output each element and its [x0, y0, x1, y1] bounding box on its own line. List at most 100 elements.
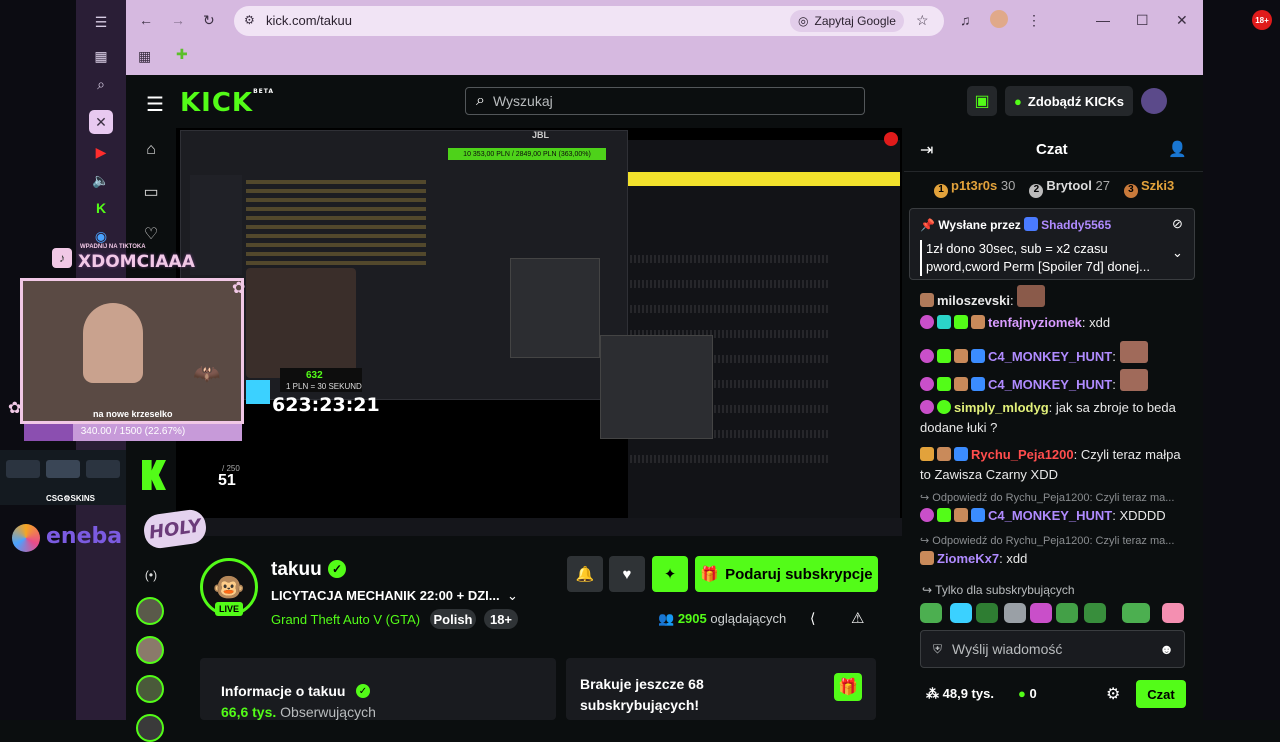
chat-username[interactable]: miloszevski — [937, 293, 1010, 308]
ask-google-button[interactable]: ◎ Zapytaj Google — [790, 10, 904, 32]
forward-icon[interactable]: → — [171, 12, 185, 28]
home-icon[interactable]: ⌂ — [139, 138, 163, 162]
gift-subs-button[interactable]: 🎁 Podaruj subskrypcje — [695, 556, 878, 592]
emote-button[interactable] — [1162, 603, 1184, 623]
search-placeholder: Wyszukaj — [492, 93, 553, 109]
media-icon[interactable]: ♫ — [960, 12, 971, 28]
users-icon[interactable]: 👤 — [1168, 140, 1187, 158]
badge — [954, 508, 968, 522]
channel-avatar[interactable] — [136, 597, 164, 625]
tag-language[interactable]: Polish — [430, 609, 476, 629]
browse-icon[interactable]: ▭ — [139, 180, 163, 204]
drops-icon[interactable]: ▣ — [967, 86, 997, 116]
stream-waveform-row — [630, 305, 830, 313]
sub-badge — [920, 315, 934, 329]
emoji-icon[interactable]: ☻ — [1159, 641, 1174, 657]
bookmark-extension-icon[interactable]: ✚ — [176, 46, 188, 63]
sidebar-toggle-icon[interactable]: ☰ — [89, 10, 113, 34]
kick-icon[interactable]: K — [89, 196, 113, 220]
hamburger-icon[interactable]: ☰ — [146, 92, 164, 117]
get-kicks-button[interactable]: ● Zdobądź KICKs — [1005, 86, 1133, 116]
emote-button[interactable] — [1030, 603, 1052, 623]
minimize-icon[interactable]: — — [1096, 12, 1110, 28]
leader-name: Brytool — [1046, 178, 1092, 193]
collapse-chat-icon[interactable]: ⇥ — [920, 140, 933, 160]
stream-waveform-row — [630, 455, 830, 463]
settings-gear-icon[interactable]: ⚙ — [1106, 684, 1120, 704]
heart-decor-icon: ✿ — [232, 280, 246, 297]
emote-button[interactable] — [950, 603, 972, 623]
emote-button[interactable] — [920, 603, 942, 623]
following-heart-icon[interactable]: ♡ — [139, 222, 163, 246]
site-info-icon[interactable]: ⚙ — [244, 13, 255, 27]
report-warning-icon[interactable]: ⚠ — [851, 609, 864, 627]
chat-username[interactable]: Rychu_Peja1200 — [971, 447, 1074, 462]
menu-dots-icon[interactable]: ⋮ — [1027, 12, 1041, 29]
url-text[interactable]: kick.com/takuu — [266, 13, 352, 28]
youtube-icon[interactable]: ▶ — [89, 140, 113, 164]
back-icon[interactable]: ← — [139, 12, 153, 28]
chevron-down-icon[interactable]: ⌄ — [507, 588, 518, 604]
csgo-text: CSG⚙SKINS — [46, 494, 95, 503]
stream-yellow-bar — [628, 172, 900, 186]
chat-username[interactable]: tenfajnyziomek — [988, 315, 1082, 330]
channel-avatar[interactable] — [136, 714, 164, 742]
chat-username[interactable]: C4_MONKEY_HUNT — [988, 508, 1112, 523]
gift-sub-icon-button[interactable]: 🎁 — [834, 673, 862, 701]
eneba-logo-icon — [12, 524, 40, 552]
emote-button[interactable] — [1004, 603, 1026, 623]
emote-button[interactable] — [1056, 603, 1078, 623]
badge — [920, 551, 934, 565]
close-icon[interactable]: ✕ — [89, 110, 113, 134]
profile-avatar[interactable] — [990, 10, 1008, 28]
chat-username[interactable]: simply_mlodyg — [954, 400, 1049, 415]
volume-icon[interactable]: 🔈 — [89, 168, 113, 192]
chat-footer-kicks[interactable]: ● 0 — [1018, 686, 1037, 701]
reload-icon[interactable]: ↻ — [203, 12, 215, 29]
channel-avatar[interactable] — [136, 636, 164, 664]
follow-heart-button[interactable]: ♥ — [609, 556, 645, 592]
live-channels-icon[interactable]: (•) — [139, 563, 163, 587]
stream-record-dot — [884, 132, 898, 146]
leader-item: 1 p1t3r0s 30 — [934, 178, 1015, 198]
channel-avatar[interactable] — [136, 675, 164, 703]
cam-tag-small: WPADNIJ NA TIKTOKA — [80, 244, 146, 250]
sub-only-label: ↪ Tylko dla subskrybujących — [922, 583, 1075, 597]
stream-timer: 623:23:21 — [272, 394, 380, 416]
followers-number: 66,6 tys. — [221, 704, 277, 720]
viewers-number: 2905 — [677, 611, 707, 626]
maximize-icon[interactable]: ☐ — [1136, 12, 1149, 29]
apps-icon[interactable]: ▦ — [89, 44, 113, 68]
stream-pln-box: 632 1 PLN = 30 SEKUND — [280, 368, 362, 392]
stream-pln-line: 1 PLN = 30 SEKUND — [286, 382, 362, 391]
chat-username[interactable]: C4_MONKEY_HUNT — [988, 377, 1112, 392]
game-link[interactable]: Grand Theft Auto V (GTA) — [271, 612, 420, 627]
sub-badge — [920, 400, 934, 414]
chat-username[interactable]: ZiomeKx7 — [937, 551, 999, 566]
chat-send-button[interactable]: Czat — [1136, 680, 1186, 708]
badge — [937, 349, 951, 363]
tag-age[interactable]: 18+ — [484, 609, 518, 629]
gift-icon: 🎁 — [700, 566, 720, 583]
unpin-icon[interactable]: ⊘ — [1172, 216, 1183, 232]
share-icon[interactable]: ⟨ — [810, 610, 815, 627]
channel-name[interactable]: takuu — [271, 559, 322, 581]
user-avatar[interactable] — [1141, 88, 1167, 114]
search-tabs-icon[interactable]: ⌕ — [89, 72, 113, 96]
expand-chevron-icon[interactable]: ⌄ — [1172, 245, 1183, 261]
chat-username[interactable]: C4_MONKEY_HUNT — [988, 349, 1112, 364]
stream-title: LICYTACJA MECHANIK 22:00 + DZI... — [271, 588, 500, 603]
notification-bell-button[interactable]: 🔔 — [567, 556, 603, 592]
emote-button[interactable] — [1084, 603, 1106, 623]
window-close-icon[interactable]: ✕ — [1176, 12, 1188, 29]
emote-button[interactable] — [1122, 603, 1150, 623]
emote-button[interactable] — [976, 603, 998, 623]
sparkle-button[interactable]: ✦ — [652, 556, 688, 592]
bookmark-star-icon[interactable]: ☆ — [916, 12, 929, 29]
bookmarks-apps-icon[interactable]: ▦ — [138, 48, 151, 65]
skin-thumb — [46, 460, 80, 478]
chat-input[interactable]: ⛨ Wyślij wiadomość ☻ — [920, 630, 1185, 668]
stream-context-menu — [510, 258, 600, 358]
kick-logo[interactable]: KICKBETA — [180, 88, 274, 118]
search-input[interactable]: ⌕ Wyszukaj — [465, 87, 865, 115]
